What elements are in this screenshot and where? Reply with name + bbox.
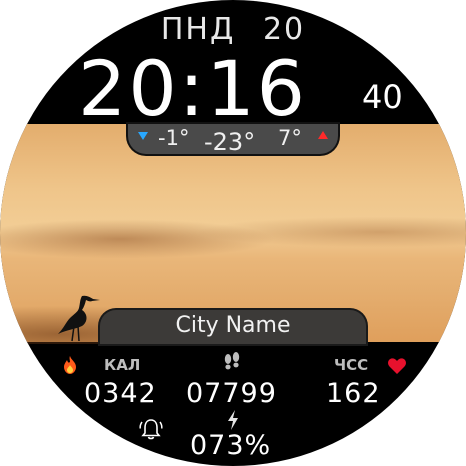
lightning-icon: [228, 410, 238, 430]
date-display: ПНД 20: [0, 12, 466, 47]
city-panel[interactable]: City Name: [100, 310, 366, 344]
heart-rate-value[interactable]: 162: [326, 378, 381, 409]
steps-value[interactable]: 07799: [186, 378, 277, 409]
current-temperature: -23°: [204, 128, 256, 156]
heart-icon: [388, 358, 406, 374]
heart-rate-label: ЧСС: [334, 356, 369, 374]
day-of-month: 20: [262, 12, 306, 47]
heron-silhouette: [58, 295, 100, 342]
max-temp-arrow-icon: [318, 131, 328, 139]
city-name: City Name: [175, 313, 291, 338]
calories-label: КАЛ: [104, 356, 141, 374]
photo-hills: [0, 184, 466, 264]
battery-value[interactable]: 073%: [190, 430, 271, 461]
max-temperature: 7°: [278, 126, 302, 150]
calories-value[interactable]: 0342: [84, 378, 157, 409]
weather-panel[interactable]: -1° -23° 7°: [128, 124, 338, 156]
watch-face: ПНД 20 20:16 40 -1° -23° 7° City Name КА…: [0, 0, 466, 466]
weekday: ПНД: [160, 12, 236, 47]
time-hours-minutes: 20:16: [78, 44, 308, 133]
alarm-bell-icon[interactable]: [138, 416, 164, 442]
flame-icon: [64, 356, 76, 374]
time-seconds: 40: [362, 78, 403, 116]
footprints-icon: [224, 352, 240, 370]
min-temp-arrow-icon: [138, 132, 148, 140]
min-temperature: -1°: [158, 126, 190, 150]
